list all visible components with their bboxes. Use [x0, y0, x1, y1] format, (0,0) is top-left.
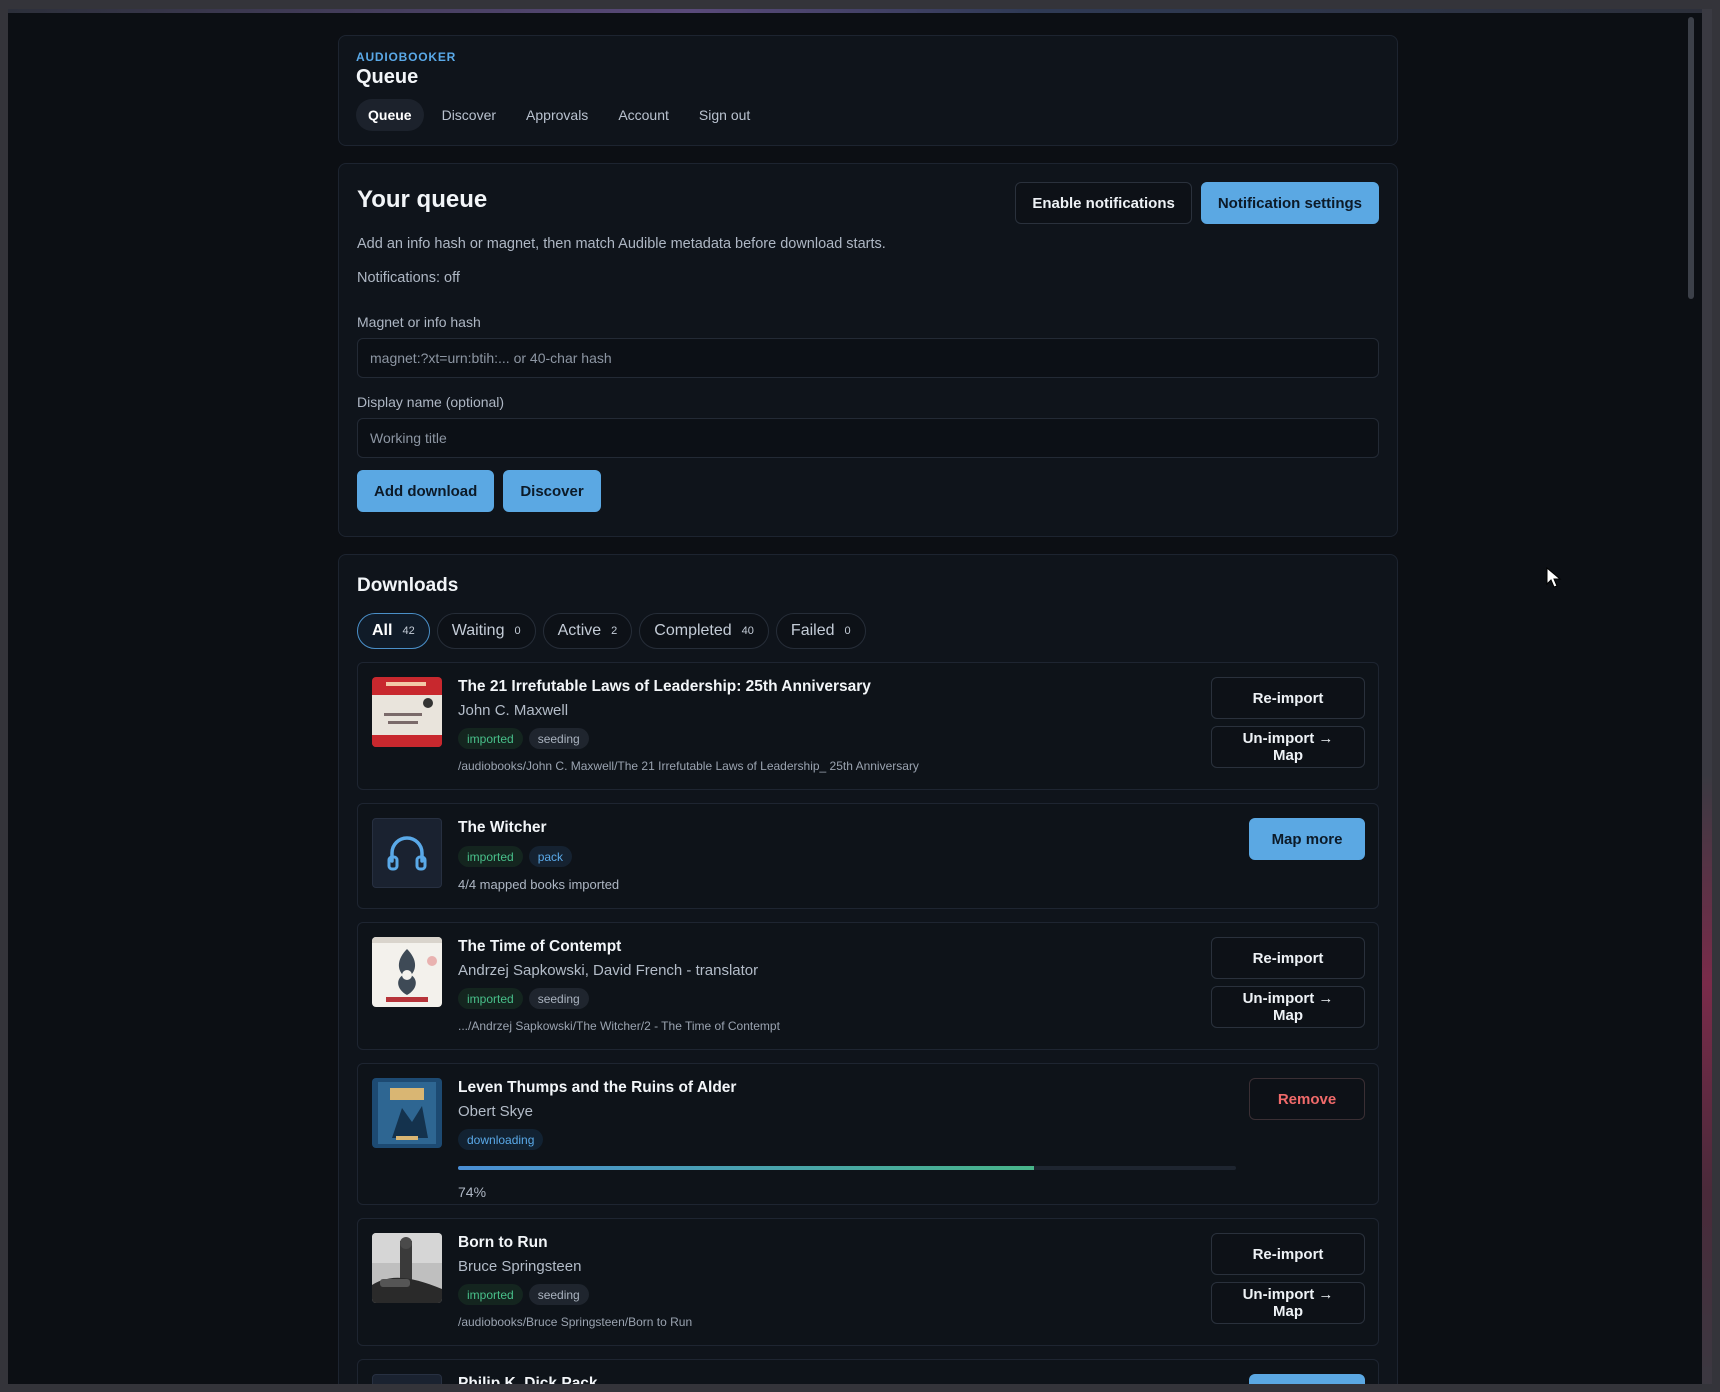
queue-card: Your queue Enable notifications Notifica… [338, 163, 1398, 537]
status-badge: seeding [528, 728, 589, 749]
item-actions: Remove [1249, 1078, 1365, 1120]
page-container: AUDIOBOOKER Queue Queue Discover Approva… [338, 35, 1398, 1392]
status-badge: imported [458, 728, 523, 749]
download-item: The Time of Contempt Andrzej Sapkowski, … [357, 922, 1379, 1050]
download-item: Philip K. Dick Pack [357, 1359, 1379, 1392]
item-actions: Re-import Un-import → Map [1211, 937, 1365, 1028]
status-badge: imported [458, 988, 523, 1009]
download-item: The 21 Irrefutable Laws of Leadership: 2… [357, 662, 1379, 790]
book-cover [372, 937, 442, 1007]
app-window: AUDIOBOOKER Queue Queue Discover Approva… [0, 0, 1720, 1392]
filter-label: All [372, 622, 393, 639]
pack-cover [372, 818, 442, 888]
filter-count: 2 [611, 625, 618, 637]
nav-discover[interactable]: Discover [430, 99, 508, 131]
app-header: AUDIOBOOKER Queue Queue Discover Approva… [338, 35, 1398, 146]
item-title: Philip K. Dick Pack [458, 1375, 598, 1392]
status-badge: pack [528, 846, 573, 867]
unimport-map-button[interactable]: Un-import → Map [1211, 726, 1365, 768]
status-badge: downloading [458, 1129, 544, 1150]
download-filters: All 42 Waiting 0 Active 2 Completed 40 F… [357, 613, 1379, 649]
item-title: Leven Thumps and the Ruins of Alder [458, 1079, 737, 1096]
item-actions: Map more [1249, 818, 1365, 860]
filter-failed[interactable]: Failed 0 [775, 613, 866, 649]
item-note: 4/4 mapped books imported [458, 877, 620, 892]
display-name-input[interactable]: Working title [357, 418, 1379, 458]
book-cover [372, 1374, 442, 1384]
unimport-map-button[interactable]: Un-import → Map [1211, 1282, 1365, 1324]
queue-form-actions: Add download Discover [357, 470, 1379, 512]
download-item: Born to Run Bruce Springsteen imported s… [357, 1218, 1379, 1346]
filter-count: 0 [514, 625, 521, 637]
filter-active[interactable]: Active 2 [542, 613, 633, 649]
nav-queue[interactable]: Queue [356, 99, 424, 131]
remove-button[interactable]: Remove [1249, 1078, 1365, 1120]
mouse-pointer-icon [1546, 567, 1562, 588]
filter-label: Waiting [451, 622, 505, 639]
window-top-glow [8, 9, 1712, 13]
page-title: Queue [356, 66, 419, 88]
magnet-input[interactable]: magnet:?xt=urn:btih:... or 40-char hash [357, 338, 1379, 378]
magnet-label: Magnet or info hash [357, 314, 481, 330]
nav-account[interactable]: Account [606, 99, 681, 131]
filter-label: Failed [790, 622, 835, 639]
filter-all[interactable]: All 42 [357, 613, 430, 649]
item-action-button[interactable] [1249, 1374, 1365, 1384]
nav-sign-out[interactable]: Sign out [687, 99, 762, 131]
scrollbar-thumb[interactable] [1688, 17, 1694, 299]
notification-settings-button[interactable]: Notification settings [1200, 182, 1379, 224]
item-tags: imported pack [458, 846, 1364, 867]
headphones-icon [387, 836, 427, 871]
book-cover [372, 677, 442, 747]
filter-count: 40 [741, 625, 754, 637]
item-actions: Re-import Un-import → Map [1211, 677, 1365, 768]
book-cover [372, 1078, 442, 1148]
discover-button[interactable]: Discover [503, 470, 601, 512]
filter-label: Active [557, 622, 602, 639]
display-name-placeholder: Working title [370, 430, 447, 446]
reimport-button[interactable]: Re-import [1211, 677, 1365, 719]
filter-label: Completed [654, 622, 732, 639]
map-more-button[interactable]: Map more [1249, 818, 1365, 860]
download-progress-fill [458, 1166, 1034, 1170]
magnet-placeholder: magnet:?xt=urn:btih:... or 40-char hash [370, 350, 612, 366]
page-scrollbar[interactable] [1686, 17, 1694, 1384]
download-progress-label: 74% [458, 1184, 487, 1200]
nav-approvals[interactable]: Approvals [514, 99, 600, 131]
reimport-button[interactable]: Re-import [1211, 1233, 1365, 1275]
download-item: The Witcher imported pack 4/4 mapped boo… [357, 803, 1379, 909]
status-badge: seeding [528, 988, 589, 1009]
downloads-card: Downloads All 42 Waiting 0 Active 2 Comp… [338, 554, 1398, 1392]
status-badge: imported [458, 846, 523, 867]
item-actions: Re-import Un-import → Map [1211, 1233, 1365, 1324]
notification-actions: Enable notifications Notification settin… [1015, 182, 1379, 224]
add-download-button[interactable]: Add download [357, 470, 495, 512]
filter-completed[interactable]: Completed 40 [639, 613, 769, 649]
display-name-label: Display name (optional) [357, 394, 505, 410]
queue-description: Add an info hash or magnet, then match A… [357, 236, 886, 252]
filter-waiting[interactable]: Waiting 0 [436, 613, 536, 649]
window-edge [1702, 9, 1712, 1384]
item-tags: downloading [458, 1129, 1364, 1150]
status-badge: seeding [528, 1284, 589, 1305]
filter-count: 0 [844, 625, 851, 637]
downloads-title: Downloads [357, 575, 459, 596]
book-cover [372, 1233, 442, 1303]
item-actions [1249, 1374, 1365, 1384]
status-badge: imported [458, 1284, 523, 1305]
filter-count: 42 [402, 625, 415, 637]
item-author: Obert Skye [458, 1103, 534, 1120]
item-title: The Witcher [458, 819, 547, 836]
notifications-status: Notifications: off [357, 270, 460, 286]
enable-notifications-button[interactable]: Enable notifications [1015, 182, 1192, 224]
download-progress-bar [458, 1166, 1236, 1170]
unimport-map-button[interactable]: Un-import → Map [1211, 986, 1365, 1028]
reimport-button[interactable]: Re-import [1211, 937, 1365, 979]
download-item: Leven Thumps and the Ruins of Alder Ober… [357, 1063, 1379, 1205]
brand-name: AUDIOBOOKER [356, 50, 457, 64]
main-nav: Queue Discover Approvals Account Sign ou… [356, 99, 1380, 131]
